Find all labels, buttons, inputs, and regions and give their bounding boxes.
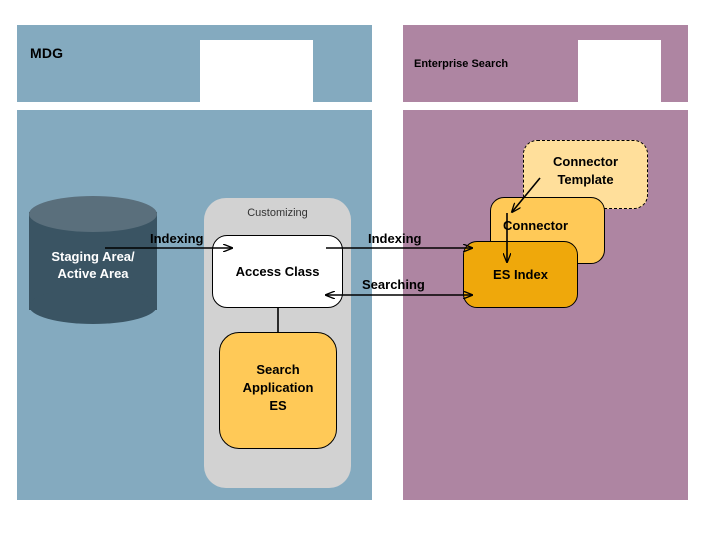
edge-label-indexing-left: Indexing xyxy=(150,231,204,246)
access-class-label: Access Class xyxy=(235,264,320,279)
edge-label-searching: Searching xyxy=(362,277,425,292)
staging-active-area-cylinder[interactable]: Staging Area/ Active Area xyxy=(29,196,157,326)
staging-active-area-label: Staging Area/ Active Area xyxy=(51,249,135,281)
search-application-es-label: Search Application ES xyxy=(242,362,314,413)
enterprise-search-header-bar: Enterprise Search xyxy=(403,25,688,102)
edge-label-indexing-right: Indexing xyxy=(368,231,422,246)
cylinder-top-ellipse xyxy=(29,196,157,232)
mdg-header-notch xyxy=(200,40,313,102)
es-index-label: ES Index xyxy=(493,267,548,282)
enterprise-search-header-notch xyxy=(578,40,661,102)
connector-label: Connector xyxy=(503,218,568,233)
access-class-node[interactable]: Access Class xyxy=(212,235,343,308)
mdg-header-bar: MDG xyxy=(17,25,372,102)
customizing-label: Customizing xyxy=(247,207,308,219)
diagram-canvas: MDG Enterprise Search Customizing Stagin… xyxy=(0,0,720,540)
connector-template-label: Connector Template xyxy=(553,154,618,187)
cylinder-bottom-ellipse xyxy=(29,288,157,324)
search-application-es-node[interactable]: Search Application ES xyxy=(219,332,337,449)
es-index-node[interactable]: ES Index xyxy=(463,241,578,308)
mdg-title: MDG xyxy=(30,45,64,61)
enterprise-search-title: Enterprise Search xyxy=(414,58,509,70)
